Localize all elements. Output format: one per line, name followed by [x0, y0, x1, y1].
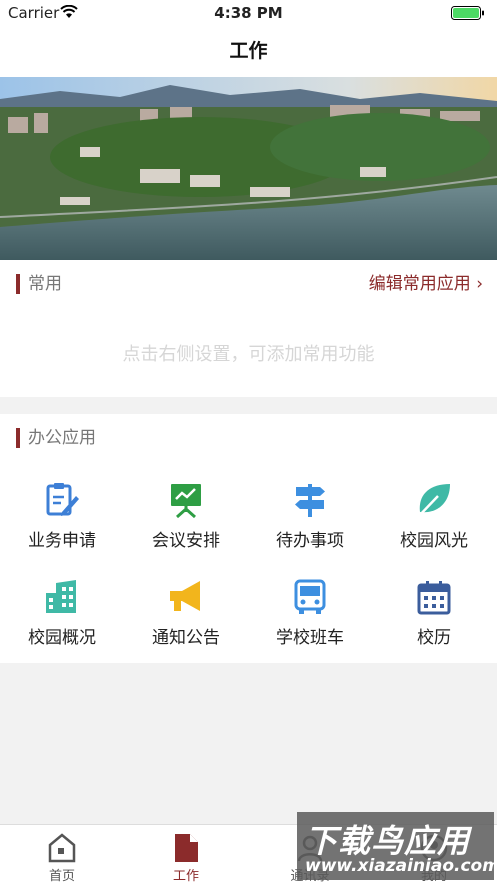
page-title: 工作: [0, 26, 497, 77]
calendar-icon: [417, 581, 451, 615]
watermark: 下载鸟应用 www.xiazainiao.com: [297, 812, 497, 880]
common-apps-placeholder: 点击右侧设置，可添加常用功能: [122, 344, 375, 365]
common-section-title: 常用: [28, 274, 62, 294]
app-campus-scenery[interactable]: 校园风光: [372, 482, 496, 572]
watermark-url: www.xiazainiao.com: [305, 856, 497, 876]
common-apps-section: 常用 编辑常用应用 › 点击右侧设置，可添加常用功能: [0, 260, 497, 397]
battery-icon: [451, 6, 484, 20]
leaf-icon: [417, 484, 450, 518]
app-meeting-arrangement[interactable]: 会议安排: [124, 482, 248, 572]
app-label: 校园风光: [400, 531, 468, 551]
home-icon: [48, 833, 76, 863]
building-icon: [46, 580, 76, 613]
signpost-icon: [295, 484, 325, 517]
clock: 4:38 PM: [214, 4, 283, 22]
edit-common-apps-link[interactable]: 编辑常用应用 ›: [369, 272, 483, 296]
tab-label: 工作: [172, 869, 199, 883]
status-bar: Carrier 4:38 PM: [0, 0, 497, 26]
app-label: 待办事项: [276, 531, 344, 551]
campus-aerial-photo: [0, 77, 497, 260]
presentation-board-icon: [171, 484, 201, 518]
app-label: 会议安排: [152, 531, 220, 551]
app-school-bus[interactable]: 学校班车: [248, 579, 372, 669]
tab-home[interactable]: 首页: [0, 825, 124, 883]
office-section-header: 办公应用: [0, 426, 497, 450]
office-apps-section: 办公应用 业务申请 会议安排 待办事项 校园风光 校园概况 通知公告 学校班车 …: [0, 414, 497, 663]
app-label: 业务申请: [28, 531, 96, 551]
tab-work[interactable]: 工作: [124, 825, 248, 883]
app-todo-items[interactable]: 待办事项: [248, 482, 372, 572]
app-label: 校园概况: [28, 628, 96, 648]
app-school-calendar[interactable]: 校历: [372, 579, 496, 669]
document-icon: [175, 834, 198, 862]
app-notices[interactable]: 通知公告: [124, 579, 248, 669]
common-section-header: 常用 编辑常用应用 ›: [0, 272, 497, 296]
app-campus-overview[interactable]: 校园概况: [0, 579, 124, 669]
app-label: 通知公告: [152, 628, 220, 648]
office-section-title: 办公应用: [28, 428, 96, 448]
section-accent-bar: [16, 274, 20, 294]
app-label: 校历: [417, 628, 451, 648]
megaphone-icon: [170, 581, 200, 611]
campus-banner-image[interactable]: [0, 77, 497, 260]
app-business-application[interactable]: 业务申请: [0, 482, 124, 572]
tab-label: 首页: [48, 869, 75, 883]
section-accent-bar: [16, 428, 20, 448]
edit-document-icon: [46, 483, 79, 516]
app-label: 学校班车: [276, 628, 344, 648]
bus-icon: [294, 579, 326, 614]
